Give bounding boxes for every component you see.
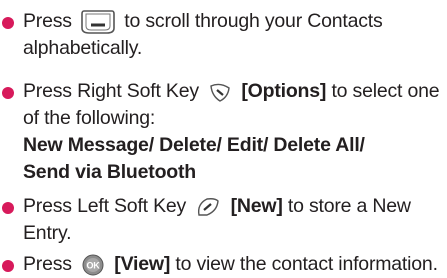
item-text: to store a New	[287, 195, 411, 217]
item-text: to view the contact information.	[175, 253, 438, 275]
manual-page: { "bullet_color": "#d71a5b", "items": [ …	[0, 0, 447, 278]
view-key-label: [View]	[114, 253, 171, 275]
item-line: Press Left Soft Key [New] to store a New	[23, 194, 411, 218]
left-soft-key-icon	[198, 197, 220, 216]
navigation-key-icon	[81, 10, 115, 34]
option-delete: Delete	[159, 134, 217, 156]
svg-text:OK: OK	[87, 260, 101, 270]
bullet-icon	[2, 202, 14, 214]
item-text: Press Left Soft Key	[23, 195, 187, 217]
options-line: New Message/ Delete/ Edit/ Delete All/	[23, 134, 365, 156]
bullet-icon	[2, 87, 14, 99]
option-send-via-bluetooth: Send via Bluetooth	[23, 161, 196, 183]
option-delete-all: Delete All	[273, 134, 360, 156]
item-text: to scroll through your Contacts	[124, 10, 383, 33]
item-line: of the following:	[23, 107, 156, 129]
option-new-message: New Message	[23, 134, 149, 156]
item-text: Press Right Soft Key	[23, 80, 199, 102]
item-line: Press Right Soft Key [Options] to select…	[23, 79, 440, 103]
option-edit: Edit	[226, 134, 263, 156]
item-line: Entry.	[23, 222, 72, 244]
new-key-label: [New]	[230, 195, 283, 217]
item-line: alphabetically.	[23, 37, 143, 59]
item-text: Press	[23, 10, 72, 33]
bullet-icon	[2, 17, 14, 29]
bullet-icon	[2, 260, 14, 272]
ok-key-icon: OK	[82, 254, 104, 276]
item-line: Press to scroll through your Contacts	[23, 9, 383, 35]
item-line: Press OK [View] to view the contact info…	[23, 252, 438, 276]
options-key-label: [Options]	[241, 80, 327, 102]
item-text: to select one	[331, 80, 440, 102]
right-soft-key-icon	[210, 83, 230, 102]
item-text: Press	[23, 253, 72, 275]
